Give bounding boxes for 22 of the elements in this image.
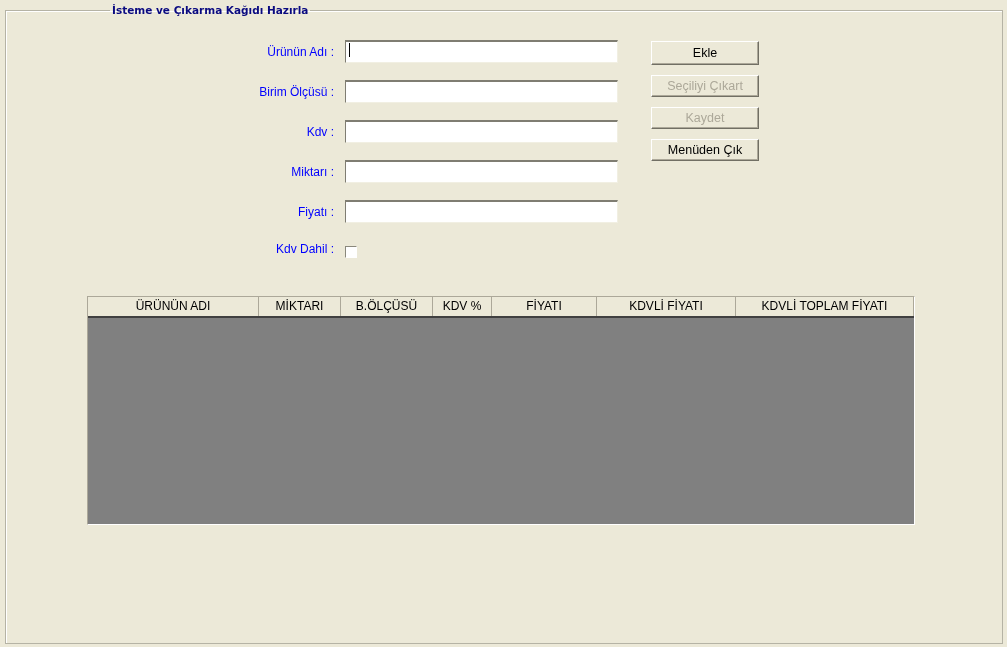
input-field[interactable] [345, 80, 618, 103]
field-label: Kdv : [305, 124, 334, 139]
field-label: Ürünün Adı : [266, 44, 334, 59]
group-title: İsteme ve Çıkarma Kağıdı Hazırla [111, 4, 310, 16]
action-button[interactable]: Menüden Çık [651, 139, 759, 161]
field-label: Fiyatı : [297, 204, 334, 219]
action-button[interactable]: Ekle [651, 41, 759, 65]
column-header[interactable]: FİYATI [492, 297, 597, 316]
column-header[interactable]: KDVLİ FİYATI [597, 297, 736, 316]
input-field[interactable] [345, 40, 618, 63]
input-field[interactable] [345, 120, 618, 143]
column-header[interactable]: KDVLİ TOPLAM FİYATI [736, 297, 914, 316]
field-label: Kdv Dahil : [274, 242, 334, 256]
column-header[interactable]: KDV % [433, 297, 492, 316]
field-label: Birim Ölçüsü : [258, 84, 334, 99]
column-header[interactable]: ÜRÜNÜN ADI [88, 297, 259, 316]
checkbox[interactable] [345, 246, 357, 258]
column-header[interactable]: B.ÖLÇÜSÜ [341, 297, 433, 316]
field-label: Miktarı : [290, 164, 334, 179]
input-field[interactable] [345, 200, 618, 223]
column-header[interactable]: MİKTARI [259, 297, 341, 316]
input-field[interactable] [345, 160, 618, 183]
